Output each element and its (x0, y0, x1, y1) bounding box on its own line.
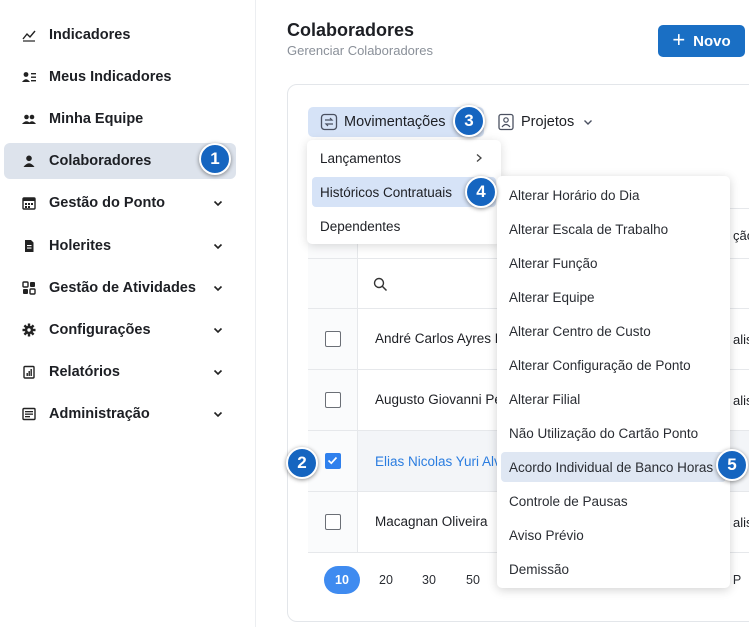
tab-projetos[interactable]: Projetos (497, 107, 594, 137)
page-title: Colaboradores (287, 20, 415, 40)
table-row-name[interactable]: Elias Nicolas Yuri Alv (375, 454, 501, 469)
step-badge-3: 3 (453, 105, 485, 137)
sidebar-item-label: Colaboradores (49, 153, 152, 169)
submenu-item[interactable]: Demissão (501, 554, 726, 584)
table-row-name[interactable]: André Carlos Ayres P (375, 331, 504, 346)
table-row-cell: alist (733, 332, 749, 347)
table-row-name[interactable]: Macagnan Oliveira (375, 514, 488, 529)
tab-movimentacoes-label: Movimentações (344, 114, 446, 130)
chart-line-icon (22, 28, 36, 42)
sidebar-item-holerites[interactable]: Holerites (4, 228, 236, 264)
chevron-down-icon (213, 369, 223, 376)
submenu-item[interactable]: Controle de Pausas (501, 486, 726, 516)
checkbox-column (308, 208, 358, 553)
sidebar: Indicadores Meus Indicadores Minha Equip… (0, 0, 256, 627)
sidebar-item-administracao[interactable]: Administração (4, 396, 236, 432)
page-size-30[interactable]: 30 (411, 566, 447, 594)
submenu-item[interactable]: Alterar Configuração de Ponto (501, 350, 726, 380)
project-icon (498, 113, 514, 131)
page-size-10[interactable]: 10 (324, 566, 360, 594)
chevron-down-icon (213, 285, 223, 292)
sidebar-item-relatorios[interactable]: Relatórios (4, 354, 236, 390)
menu-item-dependentes[interactable]: Dependentes (312, 211, 496, 241)
chevron-right-icon (476, 154, 482, 162)
step-badge-5: 5 (716, 449, 748, 481)
sidebar-item-label: Gestão do Ponto (49, 195, 165, 211)
submenu-item[interactable]: Alterar Equipe (501, 282, 726, 312)
search-icon[interactable] (373, 277, 388, 292)
step-badge-4: 4 (465, 176, 497, 208)
admin-icon (22, 407, 36, 421)
row-checkbox-checked[interactable] (325, 453, 341, 469)
menu-item-label: Históricos Contratuais (320, 184, 453, 200)
table-row-cell: alist (733, 393, 749, 408)
grid-icon (22, 281, 36, 295)
sidebar-item-label: Relatórios (49, 364, 120, 380)
chevron-down-icon (213, 327, 223, 334)
sidebar-item-gestao-atividades[interactable]: Gestão de Atividades (4, 270, 236, 306)
chevron-down-icon (584, 120, 593, 125)
sidebar-item-minha-equipe[interactable]: Minha Equipe (4, 101, 236, 137)
gear-icon (22, 323, 36, 337)
submenu-item[interactable]: Alterar Função (501, 248, 726, 278)
step-badge-2: 2 (286, 447, 318, 479)
check-icon (327, 456, 338, 465)
pagination-fragment[interactable]: P (727, 566, 747, 594)
sidebar-item-gestao-ponto[interactable]: Gestão do Ponto (4, 185, 236, 221)
submenu-item[interactable]: Alterar Filial (501, 384, 726, 414)
new-button[interactable]: + Novo (658, 25, 745, 57)
page-size-20[interactable]: 20 (368, 566, 404, 594)
chevron-down-icon (213, 243, 223, 250)
sidebar-item-label: Meus Indicadores (49, 69, 172, 85)
app: Indicadores Meus Indicadores Minha Equip… (0, 0, 749, 627)
users-icon (22, 112, 36, 126)
sidebar-item-label: Indicadores (49, 27, 131, 43)
user-icon (22, 154, 36, 168)
historicos-submenu: Alterar Horário do Dia Alterar Escala de… (497, 176, 730, 588)
sidebar-item-meus-indicadores[interactable]: Meus Indicadores (4, 59, 236, 95)
submenu-item[interactable]: Alterar Escala de Trabalho (501, 214, 726, 244)
submenu-item[interactable]: Aviso Prévio (501, 520, 726, 550)
step-badge-1: 1 (199, 143, 231, 175)
plus-icon: + (672, 27, 686, 52)
sidebar-item-label: Holerites (49, 238, 112, 254)
chevron-down-icon (213, 200, 223, 207)
menu-item-label: Dependentes (320, 218, 401, 234)
transfer-icon (320, 113, 338, 131)
table-row-cell: alist (733, 515, 749, 530)
submenu-item[interactable]: Alterar Horário do Dia (501, 180, 726, 210)
report-icon (22, 365, 36, 379)
new-button-label: Novo (693, 32, 731, 50)
sidebar-item-label: Gestão de Atividades (49, 280, 196, 296)
table-row-name[interactable]: Augusto Giovanni Pe (375, 392, 502, 407)
row-checkbox[interactable] (325, 392, 341, 408)
submenu-item-acordo-banco-horas[interactable]: Acordo Individual de Banco Horas (501, 452, 726, 482)
menu-item-lancamentos[interactable]: Lançamentos (312, 143, 496, 173)
submenu-item[interactable]: Não Utilização do Cartão Ponto (501, 418, 726, 448)
row-checkbox[interactable] (325, 514, 341, 530)
chevron-down-icon (213, 411, 223, 418)
sidebar-item-label: Minha Equipe (49, 111, 144, 127)
sidebar-item-label: Administração (49, 406, 150, 422)
user-list-icon (22, 70, 36, 84)
sidebar-item-label: Configurações (49, 322, 151, 338)
menu-item-label: Lançamentos (320, 150, 402, 166)
document-icon (22, 239, 36, 253)
column-header-fragment: ção (733, 228, 749, 243)
sidebar-item-indicadores[interactable]: Indicadores (4, 17, 236, 53)
sidebar-item-configuracoes[interactable]: Configurações (4, 312, 236, 348)
row-checkbox[interactable] (325, 331, 341, 347)
tab-projetos-label: Projetos (521, 114, 575, 130)
page-subtitle: Gerenciar Colaboradores (287, 43, 433, 58)
page-size-50[interactable]: 50 (455, 566, 491, 594)
calendar-icon (22, 196, 36, 210)
submenu-item[interactable]: Alterar Centro de Custo (501, 316, 726, 346)
